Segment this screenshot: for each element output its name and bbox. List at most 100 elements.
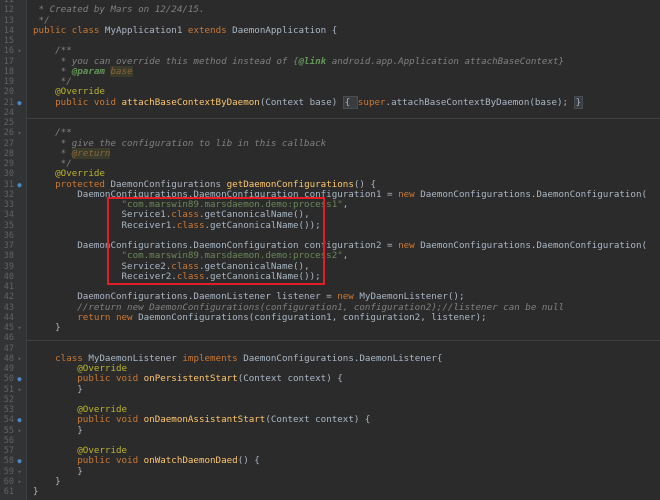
code-line[interactable]: 50 ● public void onPersistentStart(Contex…: [0, 373, 660, 385]
code-line[interactable]: 46: [0, 333, 660, 343]
line-number: 15: [3, 36, 14, 46]
line-number: 57: [3, 446, 14, 456]
code-line[interactable]: 25: [0, 118, 660, 128]
fold-icon[interactable]: ▾: [16, 129, 23, 137]
token-doctag: @link: [298, 55, 327, 67]
token-kw: implements: [182, 352, 244, 364]
token-comment: * give the configuration to lib in this …: [33, 137, 327, 149]
fold-icon[interactable]: ▾: [16, 386, 23, 394]
token-plain: () {: [237, 455, 260, 467]
token-plain: DaemonConfigurations.DaemonConfiguration…: [420, 188, 648, 200]
line-number: 32: [3, 189, 14, 200]
token-kw: extends: [187, 24, 233, 36]
line-number: 38: [3, 251, 14, 262]
code-line[interactable]: 54 ● public void onDaemonAssistantStart(C…: [0, 414, 660, 426]
line-number: 18: [3, 66, 14, 77]
red-highlight-box: [107, 197, 325, 285]
token-plain: ,: [342, 250, 349, 262]
code-line[interactable]: 14 public class MyApplication1 extends Da…: [0, 24, 660, 36]
token-docval: @return: [71, 147, 111, 159]
fold-icon[interactable]: ▾: [16, 468, 23, 476]
code-text: }: [33, 322, 61, 333]
line-number: 28: [3, 148, 14, 159]
fold-icon[interactable]: ▾: [16, 427, 23, 435]
fold-icon[interactable]: ▾: [16, 478, 23, 486]
line-number: 34: [3, 210, 14, 221]
token-fold[interactable]: {: [342, 95, 358, 109]
token-doctag: @param: [71, 65, 105, 77]
line-number: 16: [3, 46, 14, 57]
code-line[interactable]: 60 ▾ }: [0, 476, 660, 487]
token-plain: (Context context) {: [237, 373, 343, 385]
code-line[interactable]: 15: [0, 36, 660, 46]
code-line[interactable]: 35 Receiver1.class.getCanonicalName());: [0, 220, 660, 231]
override-icon[interactable]: ●: [16, 99, 23, 107]
line-number: 44: [3, 312, 14, 323]
line-number: 29: [3, 159, 14, 169]
line-number: 53: [3, 405, 14, 415]
code-line[interactable]: 21 ● public void attachBaseContextByDaemo…: [0, 95, 660, 109]
line-number: 33: [3, 200, 14, 210]
line-number: 54: [3, 415, 14, 426]
line-number: 36: [3, 230, 14, 241]
code-line[interactable]: 40 Receiver2.class.getCanonicalName());: [0, 271, 660, 282]
token-plain: }: [33, 383, 83, 395]
token-plain: (Context context) {: [265, 414, 371, 426]
code-line[interactable]: 45 ▾ }: [0, 322, 660, 333]
fold-icon[interactable]: ▾: [16, 324, 23, 332]
code-line[interactable]: 51 ▾ }: [0, 383, 660, 395]
code-line[interactable]: 44 return new DaemonConfigurations(confi…: [0, 311, 660, 323]
line-number: 40: [3, 271, 14, 282]
token-kw: new: [398, 240, 421, 251]
line-number: 43: [3, 302, 14, 313]
line-number: 47: [3, 343, 14, 354]
line-number: 39: [3, 261, 14, 272]
code-line[interactable]: 28 * @return: [0, 147, 660, 159]
token-kw: super: [357, 96, 386, 108]
line-number: 42: [3, 292, 14, 303]
line-number: 51: [3, 384, 14, 395]
line-number: 26: [3, 128, 14, 139]
override-icon[interactable]: ●: [16, 416, 23, 424]
override-icon[interactable]: ●: [16, 181, 23, 189]
token-fold[interactable]: }: [573, 95, 584, 109]
override-icon[interactable]: ●: [16, 457, 23, 465]
code-line[interactable]: 61}: [0, 486, 660, 497]
line-number: 60: [3, 476, 14, 487]
line-number: 45: [3, 323, 14, 333]
line-number: 14: [3, 25, 14, 36]
code-lines[interactable]: 11 *12 * Created by Mars on 12/24/15.13 …: [0, 0, 660, 497]
line-number: 13: [3, 15, 14, 26]
line-number: 46: [3, 333, 14, 344]
token-method: onPersistentStart: [143, 373, 238, 385]
code-text: }: [33, 425, 83, 436]
code-line[interactable]: 18 * @param base: [0, 65, 660, 77]
token-plain: (Context base): [259, 96, 343, 108]
override-icon[interactable]: ●: [16, 375, 23, 383]
token-plain: }: [33, 322, 61, 333]
line-number: 24: [3, 107, 14, 118]
line-number: 20: [3, 87, 14, 98]
token-comment: * Created by Mars on 12/24/15.: [33, 4, 205, 16]
code-line[interactable]: 55 ▾ }: [0, 425, 660, 436]
token-plain: }: [33, 486, 39, 497]
token-plain: DaemonConfigurations.DaemonListener{: [243, 352, 443, 364]
line-number: 37: [3, 241, 14, 251]
line-number: 49: [3, 364, 14, 374]
fold-icon[interactable]: ▾: [16, 47, 23, 55]
fold-icon[interactable]: ▾: [16, 355, 23, 363]
token-plain: MyApplication1: [104, 24, 188, 36]
line-number: 25: [3, 118, 14, 128]
code-line[interactable]: 58 ● public void onWatchDaemonDaed() {: [0, 455, 660, 467]
token-plain: DaemonConfigurations(configuration1, con…: [138, 311, 487, 323]
code-line[interactable]: 24: [0, 108, 660, 118]
line-number: 12: [3, 5, 14, 16]
line-number: 50: [3, 374, 14, 385]
code-editor[interactable]: 11 *12 * Created by Mars on 12/24/15.13 …: [0, 0, 660, 500]
token-comment: android.app.Application attachBaseContex…: [326, 55, 565, 67]
code-text: * Created by Mars on 12/24/15.: [33, 4, 205, 16]
code-line[interactable]: 59 ▾ }: [0, 466, 660, 477]
code-text: public class MyApplication1 extends Daem…: [33, 24, 337, 36]
code-line[interactable]: 12 * Created by Mars on 12/24/15.: [0, 4, 660, 16]
line-number: 31: [3, 179, 14, 190]
